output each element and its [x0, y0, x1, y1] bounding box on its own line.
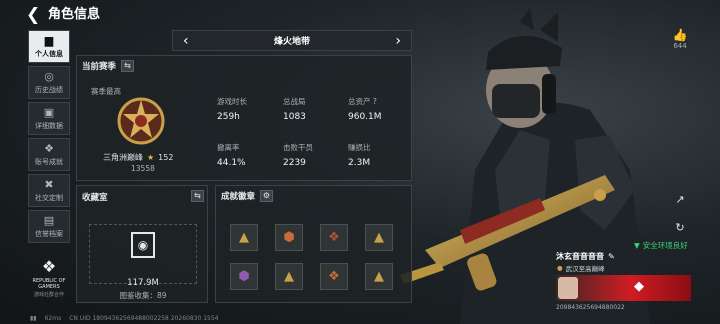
banner-logo-icon: ◆	[634, 279, 644, 294]
share-button[interactable]: ↗	[672, 193, 688, 209]
achievement-badge[interactable]: ❖	[320, 224, 348, 251]
sidebar-item-profile[interactable]: ▆ 个人信息	[28, 30, 70, 63]
sidebar-item-history[interactable]: ◎ 历史战绩	[28, 66, 70, 99]
help-icon[interactable]: ?	[373, 97, 377, 106]
sidebar-item-details[interactable]: ▣ 详细数据	[28, 102, 70, 135]
sidebar-item-credit[interactable]: ▤ 信誉档案	[28, 210, 70, 243]
rank-stars: 152	[158, 153, 174, 162]
star-icon: ★	[147, 153, 155, 162]
current-season-panel: 当前赛季 ⇆ 赛季最高 三角洲巅峰 ★ 152 13558 游戏时长 259h …	[76, 55, 412, 181]
sidebar-item-label: 社交定制	[35, 193, 63, 202]
sidebar-item-social[interactable]: ✖ 社交定制	[28, 174, 70, 207]
rog-eye-icon: ❖	[41, 257, 57, 276]
achievement-badge[interactable]: ▲	[230, 224, 258, 251]
like-count: 644	[673, 42, 687, 50]
refresh-button[interactable]: ↻	[672, 221, 688, 237]
uid-readout: CN UID 18094362569488002258 20260830 155…	[69, 315, 219, 322]
sidebar-item-label: 账号成就	[35, 157, 63, 166]
footer: ▮▮ 62ms CN UID 18094362569488002258 2026…	[30, 315, 218, 322]
sidebar-item-label: 信誉档案	[35, 229, 63, 238]
share-icon: ↗	[675, 193, 685, 206]
rank-name: 三角洲巅峰	[103, 153, 143, 162]
achievement-badge[interactable]: ❖	[320, 263, 348, 290]
panel-title: 收藏室	[82, 193, 108, 203]
achievement-badge[interactable]: ⬢	[230, 263, 258, 290]
page-title: 角色信息	[48, 7, 101, 22]
panel-title: 当前赛季	[82, 62, 117, 72]
shield-icon: ▼	[634, 241, 640, 250]
season-name: 烽火地带	[273, 37, 310, 47]
gear-icon[interactable]: ⚙	[260, 190, 274, 202]
refresh-icon: ↻	[675, 221, 685, 234]
swap-icon[interactable]: ⇆	[121, 60, 135, 72]
sidebar-item-achievements[interactable]: ❖ 账号成就	[28, 138, 70, 171]
achievement-badge[interactable]: ▲	[365, 263, 393, 290]
tools-icon: ✖	[44, 177, 54, 191]
rog-logo: ❖ REPUBLIC OF GAMERS 游戏社群合作	[28, 256, 70, 302]
sidebar: ▆ 个人信息 ◎ 历史战绩 ▣ 详细数据 ❖ 账号成就 ✖ 社交定制 ▤ 信誉档…	[28, 30, 70, 246]
player-card-id: 209843625694880022	[556, 304, 625, 311]
stat-kills: 击败干员 2239	[283, 143, 313, 168]
avatar	[558, 277, 578, 299]
player-sub: ● 武汉至高巅峰	[557, 264, 605, 273]
achievements-panel: 成就徽章 ⚙ ▲ ⬢ ❖ ▲ ⬢ ▲ ❖ ▲	[215, 185, 412, 303]
document-icon: ▤	[43, 213, 55, 227]
target-icon: ◎	[44, 69, 54, 83]
thumbs-up-icon: 👍	[672, 28, 688, 42]
folder-icon: ▣	[43, 105, 55, 119]
achievement-badge[interactable]: ⬢	[275, 224, 303, 251]
medal-icon: ❖	[44, 141, 54, 155]
collection-value: 117.9M	[127, 278, 159, 288]
collection-count: 图鉴收集：89	[119, 291, 167, 300]
collection-panel: 收藏室 ⇆ ◉ 117.9M 图鉴收集：89	[76, 185, 208, 303]
rog-logo-text-2: GAMERS	[38, 284, 60, 290]
sidebar-item-label: 详细数据	[35, 121, 63, 130]
like-button[interactable]: 👍 644	[668, 28, 692, 50]
edit-icon[interactable]: ✎	[608, 252, 615, 261]
stat-total-matches: 总战局 1083	[283, 97, 306, 122]
rank-mini-icon: ●	[557, 264, 563, 272]
rank-emblem-icon	[117, 97, 165, 145]
player-card-banner: ◆	[556, 275, 691, 301]
bar-chart-icon: ▆	[44, 33, 54, 47]
player-name: 沐玄音音音音 ✎	[556, 252, 615, 261]
swap-icon[interactable]: ⇆	[191, 190, 204, 202]
trophy-icon: ◉	[131, 232, 155, 258]
stat-playtime: 游戏时长 259h	[217, 97, 247, 122]
stat-profit-ratio: 赚损比 2.3M	[348, 143, 371, 168]
back-arrow-icon[interactable]: ❮	[26, 6, 44, 24]
panel-title: 成就徽章	[221, 192, 256, 202]
rog-logo-sub: 游戏社群合作	[33, 292, 64, 298]
chevron-left-icon[interactable]: ‹	[183, 33, 189, 49]
chevron-right-icon[interactable]: ›	[395, 33, 401, 49]
sidebar-item-label: 历史战绩	[35, 85, 63, 94]
achievement-badge[interactable]: ▲	[365, 224, 393, 251]
signal-icon: ▮▮	[30, 315, 37, 322]
achievement-badge[interactable]: ▲	[275, 263, 303, 290]
fps-readout: 62ms	[44, 315, 62, 322]
stat-extract-rate: 撤离率 44.1%	[217, 143, 246, 168]
sidebar-item-label: 个人信息	[35, 49, 63, 58]
stat-total-assets: 总资产 ? 960.1M	[348, 97, 382, 122]
environment-status: ▼ 安全环境良好	[634, 241, 688, 250]
rank-score: 13558	[131, 164, 155, 173]
season-selector: ‹ 烽火地带 ›	[172, 30, 412, 51]
